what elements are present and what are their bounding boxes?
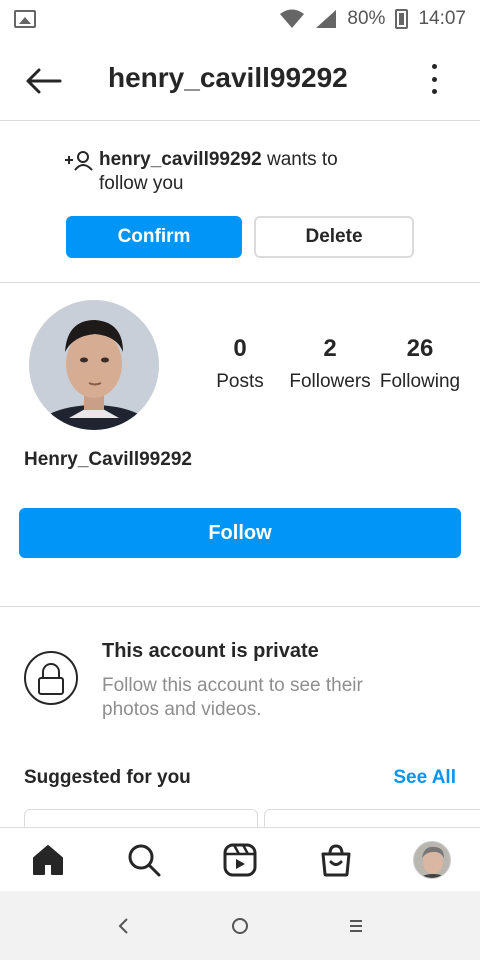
following-label: Following bbox=[379, 371, 461, 392]
suggested-section: Suggested for you See All bbox=[0, 757, 480, 827]
stat-followers[interactable]: 2 Followers bbox=[285, 335, 375, 393]
user-avatar bbox=[413, 840, 451, 879]
request-message-line2: follow you bbox=[99, 173, 184, 194]
posts-label: Posts bbox=[216, 371, 264, 392]
wifi-icon bbox=[280, 9, 305, 28]
profile-photo bbox=[29, 300, 159, 430]
home-icon bbox=[33, 844, 63, 875]
system-nav-bar bbox=[0, 891, 480, 960]
tab-home[interactable] bbox=[0, 828, 96, 891]
battery-icon bbox=[395, 9, 409, 29]
more-vertical-icon[interactable] bbox=[430, 64, 438, 94]
status-bar: 80% 14:07 bbox=[0, 0, 480, 38]
stat-following[interactable]: 26 Following bbox=[375, 335, 465, 393]
private-title: This account is private bbox=[102, 640, 319, 662]
profile-header: 0 Posts 2 Followers 26 Following Henry_C… bbox=[0, 283, 480, 607]
reels-icon bbox=[223, 843, 257, 876]
bottom-tab-bar bbox=[0, 827, 480, 891]
stat-posts: 0 Posts bbox=[195, 335, 285, 393]
following-count: 26 bbox=[406, 335, 434, 362]
tab-shop[interactable] bbox=[288, 828, 384, 891]
lock-icon bbox=[24, 651, 78, 705]
signal-icon bbox=[316, 10, 337, 28]
gallery-notification-icon bbox=[14, 10, 36, 28]
suggested-title: Suggested for you bbox=[24, 767, 191, 788]
followers-label: Followers bbox=[289, 371, 371, 392]
nav-home-icon[interactable] bbox=[222, 908, 258, 944]
shop-icon bbox=[321, 843, 351, 876]
private-description: Follow this account to see their photos … bbox=[102, 675, 363, 720]
request-username[interactable]: henry_cavill99292 bbox=[99, 149, 262, 170]
top-bar: henry_cavill99292 bbox=[0, 38, 480, 121]
search-icon bbox=[128, 844, 161, 876]
status-right: 80% 14:07 bbox=[279, 8, 466, 30]
battery-percent: 80% bbox=[347, 8, 386, 29]
profile-stats: 0 Posts 2 Followers 26 Following bbox=[195, 335, 465, 393]
private-account-notice: This account is private Follow this acco… bbox=[0, 607, 480, 757]
follow-request-banner: henry_cavill99292 wants to follow you Co… bbox=[0, 121, 480, 283]
follow-request-text: henry_cavill99292 wants to follow you bbox=[64, 148, 384, 196]
request-message: wants to bbox=[261, 149, 338, 170]
suggested-card[interactable] bbox=[24, 809, 258, 827]
follow-button[interactable]: Follow bbox=[19, 508, 461, 558]
delete-button[interactable]: Delete bbox=[254, 216, 414, 258]
arrow-left-icon[interactable] bbox=[24, 68, 64, 94]
tab-reels[interactable] bbox=[192, 828, 288, 891]
posts-count: 0 bbox=[233, 335, 247, 362]
page-title: henry_cavill99292 bbox=[108, 62, 348, 93]
followers-count: 2 bbox=[323, 335, 337, 362]
nav-menu-icon[interactable] bbox=[338, 908, 374, 944]
tab-profile[interactable] bbox=[384, 828, 480, 891]
profile-display-name: Henry_Cavill99292 bbox=[24, 449, 192, 470]
see-all-link[interactable]: See All bbox=[393, 767, 456, 789]
clock-time: 14:07 bbox=[418, 8, 466, 29]
tab-search[interactable] bbox=[96, 828, 192, 891]
confirm-button[interactable]: Confirm bbox=[66, 216, 242, 258]
nav-back-icon[interactable] bbox=[106, 908, 142, 944]
suggested-card[interactable] bbox=[264, 809, 480, 827]
profile-avatar[interactable] bbox=[29, 300, 159, 430]
